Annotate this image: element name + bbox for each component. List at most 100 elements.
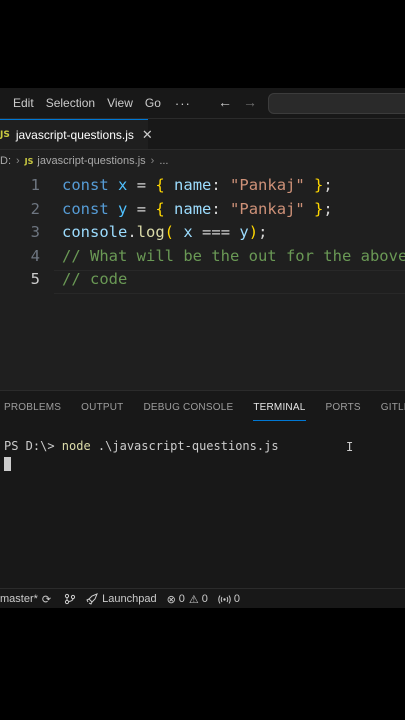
launchpad-label: Launchpad (102, 593, 157, 605)
line-number: 5 (30, 270, 40, 288)
code-token: } (314, 199, 324, 218)
more-menu-icon[interactable]: ··· (175, 96, 191, 111)
code-token: ; (323, 199, 333, 218)
error-icon: ⊗ (166, 592, 176, 606)
breadcrumb: D: › JS javascript-questions.js › ... (0, 150, 405, 172)
javascript-file-icon: JS (0, 129, 10, 140)
code-token: === (192, 223, 240, 241)
tab-javascript-questions[interactable]: JS javascript-questions.js ✕ (0, 119, 153, 149)
code-token: "Pankaj" (230, 176, 305, 194)
line-code: // What will be the out for the above (62, 247, 405, 265)
code-token: } (314, 176, 324, 194)
ports-status[interactable]: 0 (218, 593, 240, 605)
code-token: x (118, 176, 128, 194)
tab-ports[interactable]: PORTS (326, 391, 361, 425)
terminal-args: .\javascript-questions.js (90, 439, 279, 453)
tab-output[interactable]: OUTPUT (81, 391, 123, 425)
breadcrumb-drive[interactable]: D: (0, 155, 11, 167)
tab-gitlens[interactable]: GITLENS (381, 391, 405, 425)
code-token: = (127, 199, 156, 218)
command-center-search[interactable] (268, 93, 405, 114)
code-token: x (183, 223, 193, 241)
line-number: 3 (30, 223, 40, 241)
code-line[interactable]: 3 console.log( x === y); (0, 223, 405, 246)
warning-count: 0 (201, 593, 208, 605)
code-token: ; (258, 223, 268, 241)
chevron-right-icon: › (150, 155, 155, 167)
bottom-panel: PROBLEMS OUTPUT DEBUG CONSOLE TERMINAL PORTS… (0, 390, 405, 589)
code-editor[interactable]: 1 const x = { name: "Pankaj" }; 2 const y =… (0, 172, 405, 372)
code-line[interactable]: 2 const y = { name: "Pankaj" }; (0, 200, 405, 223)
code-token: { (155, 176, 165, 194)
tab-label: javascript-questions.js (15, 127, 134, 142)
menu-edit[interactable]: Edit (13, 96, 34, 110)
status-bar: master* ⟳ Launchpad ⊗ 0 ⚠ 0 0 (0, 588, 405, 608)
code-token: . (127, 223, 137, 241)
code-token: const (62, 176, 109, 194)
git-graph-icon (65, 593, 76, 605)
vscode-window: Edit Selection View Go ··· ← → JS javasc… (0, 88, 405, 608)
menu-go[interactable]: Go (145, 96, 161, 110)
menu-view[interactable]: View (107, 96, 133, 110)
menu-selection[interactable]: Selection (46, 96, 95, 110)
branch-name: master* (0, 593, 38, 605)
ports-count: 0 (233, 593, 241, 605)
tab-problems[interactable]: PROBLEMS (4, 391, 61, 425)
sync-icon: ⟳ (41, 592, 52, 606)
broadcast-icon (218, 594, 231, 604)
git-graph-button[interactable] (64, 593, 76, 605)
line-number: 4 (30, 246, 40, 265)
forward-arrow-icon[interactable]: → (243, 94, 257, 110)
code-token: ; (323, 176, 333, 194)
code-line[interactable]: 4 // What will be the out for the above (0, 247, 405, 270)
code-token: ) (248, 223, 259, 241)
editor-tab-bar: JS javascript-questions.js ✕ (0, 119, 405, 150)
code-token: = (127, 176, 156, 194)
terminal-command: node (61, 439, 91, 453)
launchpad-button[interactable]: Launchpad (86, 593, 157, 605)
code-token: // What will be the out for the above (62, 246, 405, 265)
code-token: // code (62, 270, 128, 288)
close-icon[interactable]: ✕ (142, 127, 153, 143)
panel-tabs: PROBLEMS OUTPUT DEBUG CONSOLE TERMINAL PORTS… (0, 391, 405, 425)
terminal-output[interactable]: PS D:\> node .\javascript-questions.js (4, 439, 279, 453)
code-token: log (136, 223, 165, 241)
line-number: 2 (30, 199, 40, 218)
code-token: y (118, 199, 128, 218)
javascript-file-icon: JS (24, 156, 34, 166)
terminal-cursor (4, 457, 11, 471)
branch-status[interactable]: master* ⟳ (0, 593, 54, 606)
tab-terminal[interactable]: TERMINAL (253, 391, 306, 425)
code-token: "Pankaj" (230, 199, 305, 218)
code-token: : (211, 199, 231, 218)
line-number: 1 (30, 176, 40, 194)
line-code: // code (62, 270, 127, 288)
code-token: console (62, 223, 128, 241)
problems-status[interactable]: ⊗ 0 ⚠ 0 (167, 593, 208, 606)
ibeam-cursor-icon: I (346, 440, 354, 454)
code-token: name (174, 199, 212, 218)
terminal-prompt: PS D:\> (4, 439, 62, 453)
code-line[interactable]: 1 const x = { name: "Pankaj" }; (0, 176, 405, 199)
line-code: console.log( x === y); (62, 223, 267, 241)
menu-bar: Edit Selection View Go ··· ← → (0, 88, 405, 119)
code-token: const (62, 199, 109, 218)
warning-icon: ⚠ (188, 592, 199, 606)
breadcrumb-symbols[interactable]: ... (159, 155, 168, 167)
code-token: ( (164, 223, 175, 241)
code-line[interactable]: 5 // code (0, 270, 405, 294)
breadcrumb-file[interactable]: javascript-questions.js (37, 155, 145, 167)
tab-debug-console[interactable]: DEBUG CONSOLE (143, 391, 233, 425)
line-code: const y = { name: "Pankaj" }; (62, 200, 333, 218)
chevron-right-icon: › (16, 155, 20, 167)
code-token: name (174, 176, 212, 194)
back-arrow-icon[interactable]: ← (218, 94, 232, 110)
code-token: { (155, 199, 165, 218)
